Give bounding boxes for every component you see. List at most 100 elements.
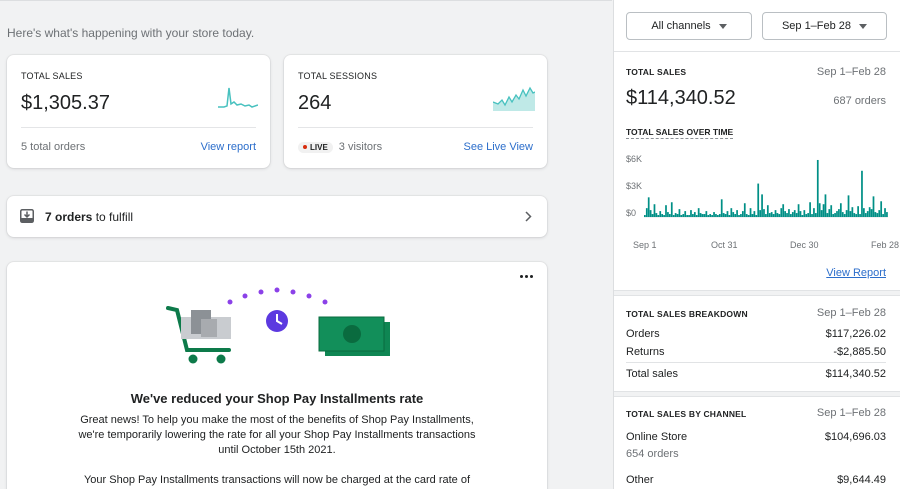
total-sales-card: TOTAL SALES $1,305.37 5 total orders Vie… <box>7 55 270 168</box>
chart-bar <box>818 203 821 217</box>
fulfill-icon <box>20 209 34 223</box>
chart-bar <box>743 203 746 217</box>
chart-bar <box>786 213 788 217</box>
chart-bar <box>870 209 873 217</box>
chart-bar <box>790 214 792 217</box>
chart-bar <box>663 215 665 217</box>
chart-bar <box>886 212 888 217</box>
by-channel-label: TOTAL SALES BY CHANNEL <box>626 409 747 419</box>
chart-bar <box>772 214 775 217</box>
chart-bar <box>845 210 848 217</box>
orders-count: 687 orders <box>833 95 886 107</box>
chart-bar <box>695 215 698 217</box>
chart-bar <box>678 209 681 217</box>
chart-bar <box>757 183 760 217</box>
by-channel-date: Sep 1–Feb 28 <box>816 407 886 419</box>
live-badge-label: LIVE <box>310 142 328 152</box>
chart-bar <box>755 215 758 217</box>
chart-bar <box>801 215 804 217</box>
chart-bar <box>707 215 710 217</box>
top-divider <box>0 0 612 1</box>
chart-bar <box>859 214 861 217</box>
chart-bar <box>828 209 831 217</box>
channel-select[interactable]: All channels <box>626 12 752 40</box>
chart-bar <box>834 213 836 217</box>
chart-bar <box>753 211 756 217</box>
chart-bar <box>766 205 769 217</box>
chart-bar <box>726 211 729 217</box>
chart-bar <box>797 204 800 217</box>
chart-bar <box>713 212 715 217</box>
chart-bar <box>878 210 881 217</box>
breakdown-returns-value: -$2,885.50 <box>833 346 886 358</box>
chart-bar <box>795 213 798 217</box>
visitors-count: 3 visitors <box>338 141 383 153</box>
more-horizontal-icon[interactable] <box>520 275 533 278</box>
chart-bar <box>736 210 738 217</box>
chart-bar <box>684 211 687 217</box>
chart-bar <box>807 213 810 217</box>
chart-bar <box>830 205 833 217</box>
chart-bar <box>788 209 790 217</box>
live-visitors: LIVE 3 visitors <box>298 141 382 153</box>
card-divider <box>298 127 533 128</box>
chart-bar <box>711 215 713 217</box>
channel-select-label: All channels <box>651 20 711 32</box>
chart-bar <box>803 210 806 217</box>
date-range-select[interactable]: Sep 1–Feb 28 <box>762 12 887 40</box>
chart-bar <box>693 212 696 217</box>
chart-bar <box>717 215 719 217</box>
chart-bar <box>855 214 858 217</box>
orders-to-fulfill-card[interactable]: 7 orders to fulfill <box>7 196 547 237</box>
chart-bar <box>690 210 692 217</box>
view-report-link[interactable]: View Report <box>826 267 886 279</box>
chart-bar <box>774 210 777 217</box>
breakdown-label: TOTAL SALES BREAKDOWN <box>626 309 748 319</box>
chart-bar <box>768 213 771 217</box>
chart-bar <box>738 215 740 217</box>
chart-bar <box>839 203 842 217</box>
total-sessions-sparkline <box>493 86 535 111</box>
breakdown-date: Sep 1–Feb 28 <box>816 307 886 319</box>
chart-bar <box>649 210 652 217</box>
chart-bar <box>701 214 704 217</box>
chart-bar <box>805 214 808 217</box>
chart-bar <box>665 205 667 217</box>
chart-bar <box>849 211 852 217</box>
sales-over-time-chart <box>644 159 888 218</box>
chart-bar <box>851 207 854 217</box>
chart-bar <box>659 211 662 217</box>
section-divider <box>614 290 900 296</box>
channel-other-value: $9,644.49 <box>837 474 886 486</box>
chart-bar <box>826 213 829 217</box>
chart-bar <box>686 215 688 217</box>
x-tick-sep1: Sep 1 <box>633 240 657 250</box>
chart-bar <box>784 211 786 217</box>
chart-bar <box>722 213 725 217</box>
chart-bar <box>863 208 865 217</box>
see-live-view-link[interactable]: See Live View <box>463 141 533 153</box>
chart-bar <box>822 204 825 217</box>
x-tick-oct31: Oct 31 <box>711 240 738 250</box>
chart-bar <box>780 208 783 217</box>
chart-bar <box>838 209 840 217</box>
chart-bar <box>857 206 859 217</box>
chart-bar <box>864 213 867 217</box>
chart-bar <box>884 208 886 217</box>
section-divider <box>614 391 900 397</box>
breakdown-total-value: $114,340.52 <box>825 368 886 380</box>
chart-bar <box>861 170 863 217</box>
chart-bar <box>705 211 708 217</box>
live-dot-icon <box>303 145 307 149</box>
breakdown-orders-label: Orders <box>626 328 660 340</box>
total-sessions-value: 264 <box>298 92 332 114</box>
fulfill-suffix: to fulfill <box>92 210 134 224</box>
analytics-sidebar: All channels Sep 1–Feb 28 TOTAL SALES Se… <box>613 0 900 489</box>
chart-bar <box>667 212 669 217</box>
view-report-link[interactable]: View report <box>201 141 256 153</box>
chart-bar <box>770 212 773 217</box>
chart-bar <box>813 208 815 217</box>
chart-bar <box>811 214 813 217</box>
chart-bar <box>644 215 646 217</box>
chart-bar <box>682 214 685 217</box>
